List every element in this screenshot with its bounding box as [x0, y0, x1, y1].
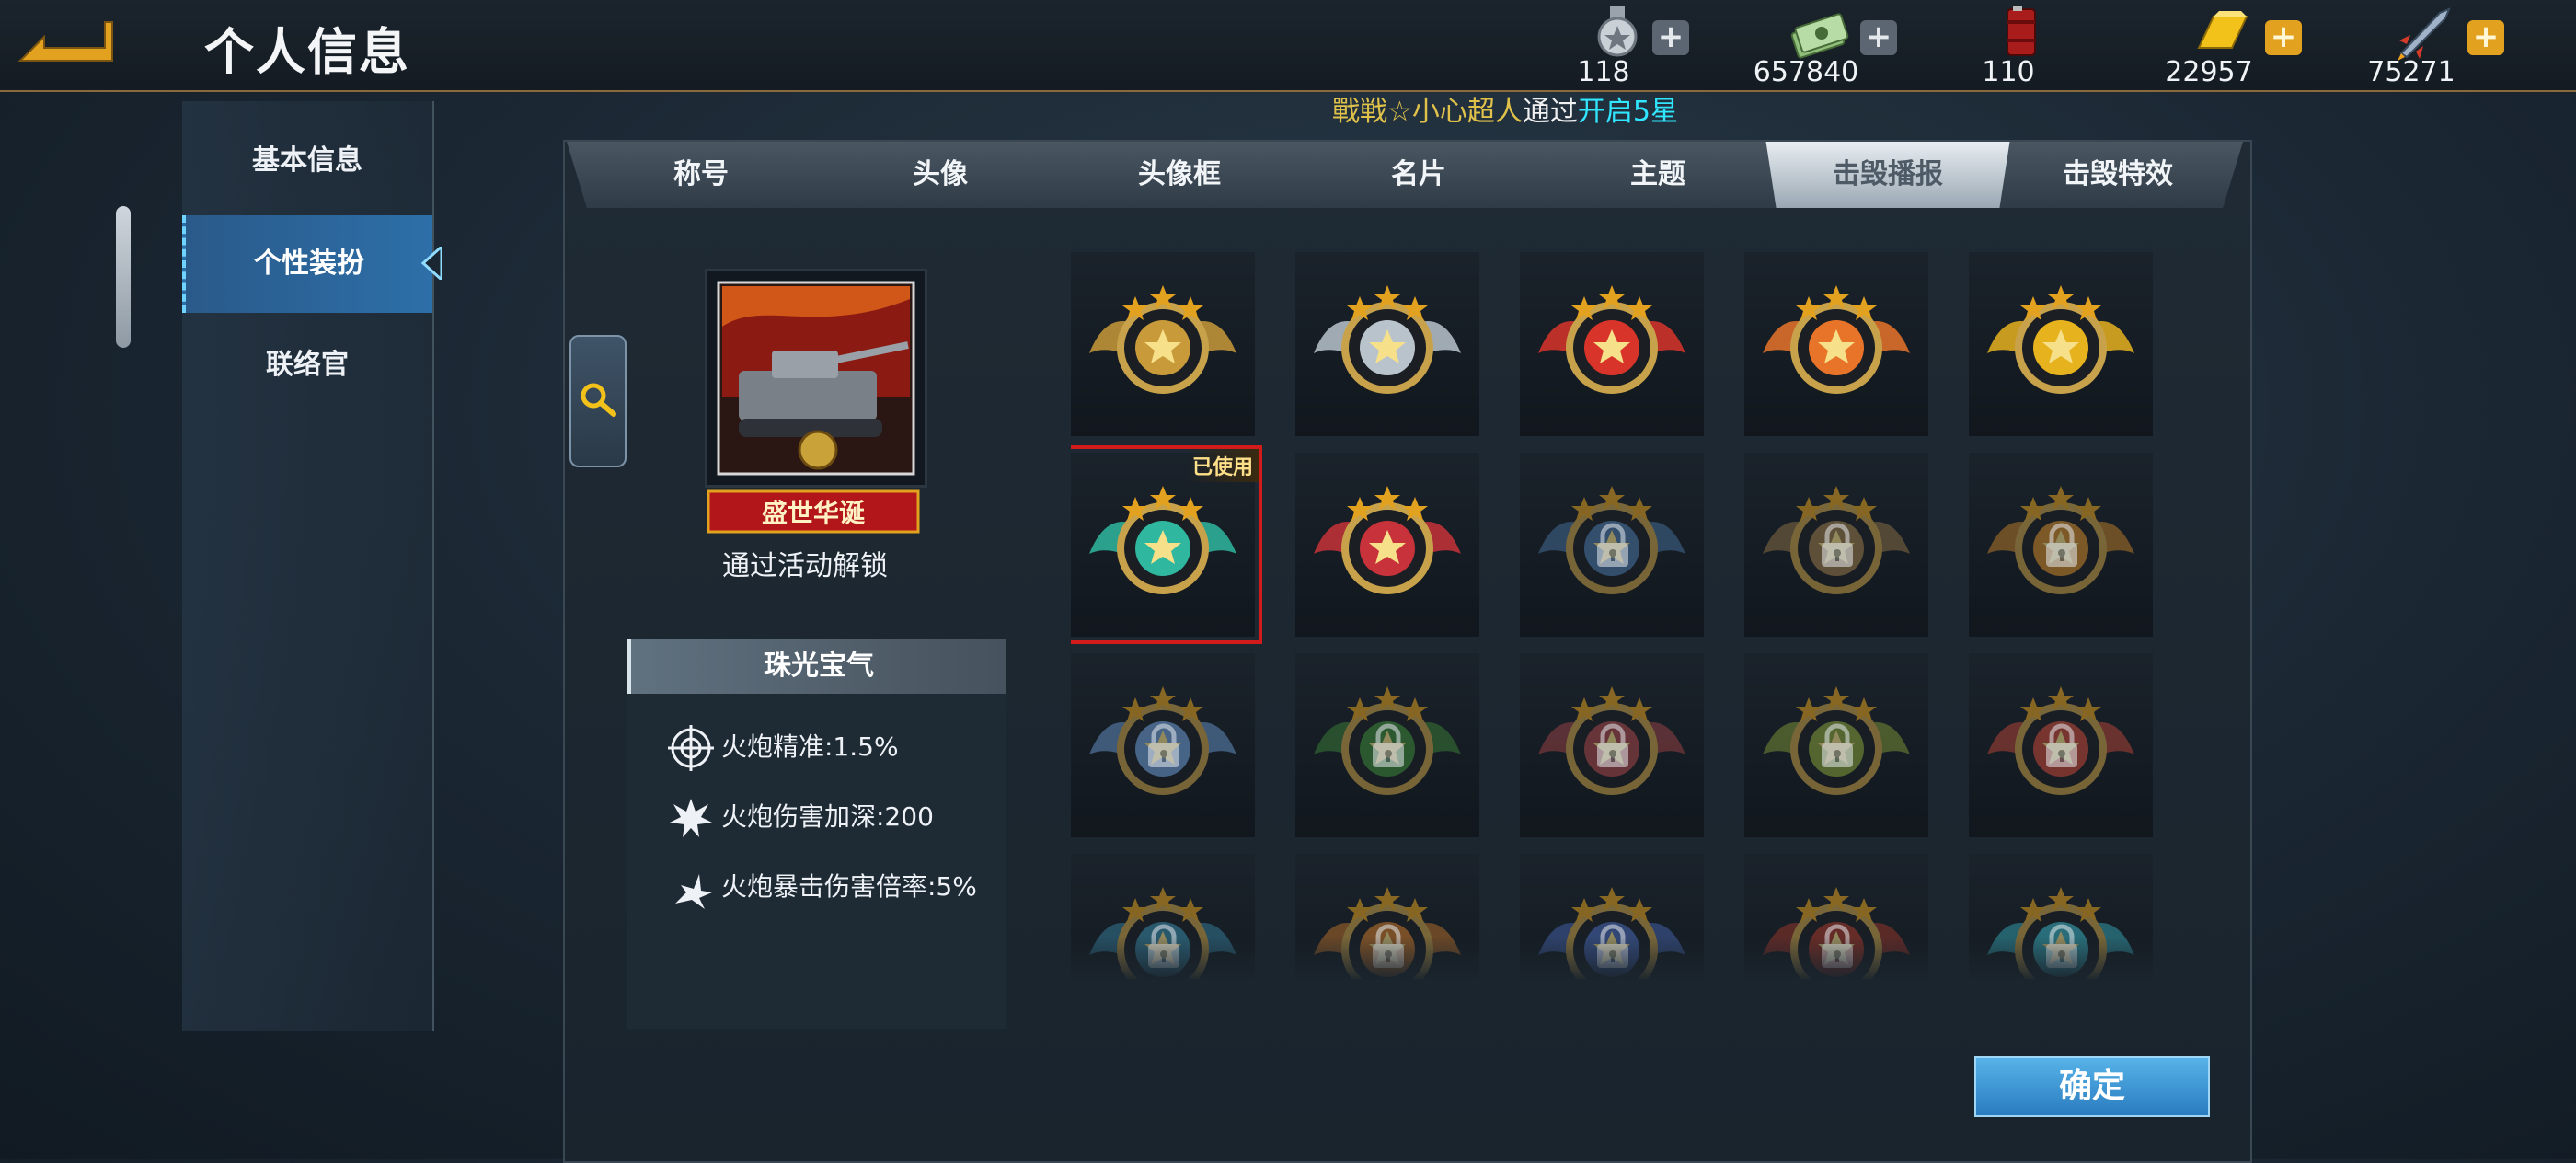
rocket-icon	[2398, 7, 2451, 61]
emblem-cell-red-star-wings-emblem[interactable]	[1520, 252, 1704, 436]
emblem-cell-red-book-emblem[interactable]	[1520, 653, 1704, 837]
critical-burst-icon	[675, 874, 712, 909]
medal-icon	[1597, 6, 1638, 57]
emblem-icon	[1314, 285, 1461, 394]
emblem-icon	[1314, 486, 1461, 594]
gold-count: 22957	[2165, 56, 2253, 88]
unlock-hint: 通过活动解锁	[722, 550, 888, 582]
attribute-text: 火炮暴击伤害倍率:5%	[721, 871, 977, 902]
sidebar-item-liaison[interactable]: 联络官	[182, 317, 432, 414]
sidebar-item-customize[interactable]: 个性装扮	[182, 215, 442, 313]
fuel-barrel-icon	[2007, 6, 2036, 56]
lock-icon	[1597, 523, 1628, 567]
emblem-cell-panda-emblem[interactable]	[1969, 453, 2153, 637]
ticker-event: 开启5星	[1577, 96, 1678, 128]
resource-rocket: + 75271	[2342, 4, 2508, 88]
rocket-count: 75271	[2367, 56, 2455, 88]
tab-kill-effect[interactable]: 击毁特效	[2007, 142, 2228, 208]
resource-fuel: 110	[1939, 4, 2105, 88]
emblem-cell-silver-wings-emblem[interactable]	[1295, 252, 1479, 436]
explosion-icon	[670, 799, 712, 837]
medal-count: 118	[1577, 56, 1630, 88]
lock-icon	[1822, 523, 1853, 567]
sidebar: 基本信息 个性装扮 联络官	[182, 101, 442, 1031]
tab-kill-broadcast[interactable]: 击毁播报	[1765, 142, 2010, 208]
search-button[interactable]	[569, 335, 627, 467]
preview-name-banner: 盛世华诞	[705, 486, 922, 537]
lock-icon	[2046, 723, 2077, 767]
broadcast-ticker: 戰戦☆小心超人通过开启5星	[1332, 88, 1678, 129]
tab-title[interactable]: 称号	[591, 142, 811, 208]
lock-icon	[2046, 523, 2077, 567]
sidebar-item-label: 个性装扮	[254, 248, 364, 280]
tab-avatar-frame[interactable]: 头像框	[1069, 142, 1290, 208]
tab-theme[interactable]: 主题	[1547, 142, 1768, 208]
lock-icon	[1597, 723, 1628, 767]
active-indicator-icon	[420, 247, 442, 280]
emblem-cell-green-gold-emblem[interactable]	[1744, 653, 1928, 837]
emblem-cell-red-ribbon-emblem[interactable]	[1969, 653, 2153, 837]
ticker-through: 通过	[1522, 96, 1578, 128]
attribute-header: 珠光宝气	[627, 639, 1006, 694]
ticker-guild: 戰戦☆	[1332, 96, 1412, 128]
emblem-icon	[1089, 285, 1236, 394]
gold-bar-icon	[2197, 11, 2248, 49]
emblem-icon	[1538, 285, 1685, 394]
attribute-text: 火炮精准:1.5%	[721, 731, 899, 762]
lock-icon	[1822, 723, 1853, 767]
add-gold-button[interactable]: +	[2265, 20, 2302, 55]
emblem-cell-bronze-shield-emblem[interactable]	[1744, 453, 1928, 637]
emblem-cell-green-wreath-emblem[interactable]	[1295, 653, 1479, 837]
emblem-cell-jade-pearl-emblem[interactable]	[1071, 453, 1255, 637]
emblem-cell-book-emblem[interactable]	[1520, 453, 1704, 637]
magnifier-icon	[581, 383, 616, 417]
emblem-grid: 已使用	[1071, 252, 2156, 979]
emblem-icon	[1763, 285, 1910, 394]
lock-icon	[1148, 723, 1179, 767]
resource-gold: + 22957	[2140, 4, 2306, 88]
back-button[interactable]	[17, 13, 116, 68]
grid-scroll-fade	[1071, 937, 2156, 983]
lock-icon	[1373, 723, 1404, 767]
preview-banner-text: 盛世华诞	[761, 498, 865, 528]
attribute-title: 珠光宝气	[764, 650, 874, 682]
cash-icon	[1790, 13, 1849, 59]
emblem-cell-gold-star-emblem[interactable]	[1071, 252, 1255, 436]
sidebar-item-basic-info[interactable]: 基本信息	[182, 112, 432, 210]
add-medal-button[interactable]: +	[1652, 20, 1689, 55]
add-cash-button[interactable]: +	[1860, 20, 1897, 55]
fuel-count: 110	[1982, 56, 2035, 88]
tab-avatar[interactable]: 头像	[830, 142, 1051, 208]
sidebar-item-label: 联络官	[266, 349, 349, 381]
tank-badge-image	[717, 281, 915, 476]
cash-count: 657840	[1753, 56, 1859, 88]
confirm-button[interactable]: 确定	[1974, 1056, 2210, 1117]
sidebar-item-label: 基本信息	[252, 144, 362, 177]
emblem-icon	[1987, 285, 2134, 394]
emblem-icon	[1089, 486, 1236, 594]
resource-cash: + 657840	[1737, 4, 1903, 88]
emblem-cell-red-horse-wave-emblem[interactable]	[1295, 453, 1479, 637]
emblem-cell-orange-star-emblem[interactable]	[1744, 252, 1928, 436]
emblem-cell-number-4-emblem[interactable]	[1969, 252, 2153, 436]
tab-bar: 称号 头像 头像框 名片 主题 击毁播报 击毁特效	[567, 142, 2243, 208]
back-arrow-icon	[17, 21, 113, 62]
add-rocket-button[interactable]: +	[2467, 20, 2504, 55]
crosshair-icon	[668, 725, 714, 771]
top-bar: 个人信息 + 118 + 657840 110 + 22957 + 75271	[0, 0, 2576, 92]
emblem-cell-snowflake-emblem[interactable]	[1071, 653, 1255, 837]
tab-name-card[interactable]: 名片	[1308, 142, 1529, 208]
resource-medal: + 118	[1535, 4, 1700, 88]
ticker-player: 小心超人	[1411, 96, 1523, 128]
attribute-text: 火炮伤害加深:200	[721, 801, 934, 832]
page-title: 个人信息	[204, 23, 410, 81]
broadcast-preview	[705, 269, 927, 488]
sidebar-scrollbar[interactable]	[116, 206, 131, 348]
